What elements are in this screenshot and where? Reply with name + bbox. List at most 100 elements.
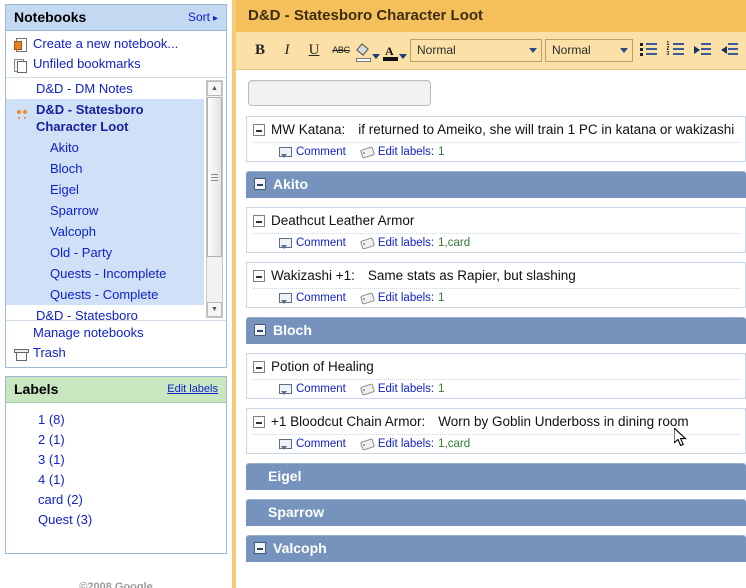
edit-labels-link[interactable]: Edit labels	[167, 383, 218, 395]
comment-action[interactable]: Comment	[279, 237, 346, 249]
trash-icon	[13, 346, 29, 361]
note-header-line: Potion of Healing	[253, 358, 741, 376]
bold-button[interactable]: B	[248, 39, 272, 62]
notebook-item-statesboro[interactable]: D&D - Statesboro	[6, 305, 204, 320]
collapse-icon[interactable]	[253, 361, 265, 373]
strikethrough-button[interactable]: ABC	[329, 39, 353, 62]
label-item[interactable]: 1 (8)	[6, 410, 226, 430]
section-header-eigel[interactable]: Eigel	[246, 463, 746, 490]
label-item[interactable]: card (2)	[6, 490, 226, 510]
note-title: +1 Bloodcut Chain Armor:	[271, 414, 426, 429]
indent-button[interactable]	[690, 39, 714, 62]
notebook-item-eigel[interactable]: Eigel	[6, 179, 204, 200]
edit-labels-action[interactable]: Edit labels: 1	[360, 383, 445, 395]
numbered-list-icon: 1 2 3	[667, 42, 684, 57]
unfiled-bookmarks-action[interactable]: Unfiled bookmarks	[6, 54, 226, 74]
section-header-sparrow[interactable]: Sparrow	[246, 499, 746, 526]
edit-labels-label: Edit labels:	[377, 438, 435, 450]
edit-labels-label: Edit labels:	[377, 292, 435, 304]
comment-action[interactable]: Comment	[279, 438, 346, 450]
section-header-akito[interactable]: Akito	[246, 171, 746, 198]
label-item[interactable]: 3 (1)	[6, 450, 226, 470]
collapse-icon[interactable]	[254, 178, 266, 190]
chevron-down-icon	[620, 47, 628, 53]
comment-label: Comment	[296, 438, 346, 450]
sort-button[interactable]: Sort ▸	[188, 10, 218, 24]
label-item[interactable]: 2 (1)	[6, 430, 226, 450]
label-item[interactable]: Quest (3)	[6, 510, 226, 530]
note-item[interactable]: +1 Bloodcut Chain Armor: Worn by Goblin …	[246, 408, 746, 454]
notebook-item-quests-incomplete[interactable]: Quests - Incomplete	[6, 263, 204, 284]
sort-arrow-icon: ▸	[212, 13, 218, 24]
comment-action[interactable]: Comment	[279, 383, 346, 395]
manage-notebooks-action[interactable]: Manage notebooks	[6, 323, 226, 343]
notebook-item-statesboro-character-loot[interactable]: D&D - Statesboro Character Loot	[6, 99, 204, 137]
notebook-list-scrollbar[interactable]: ▲ ▼	[206, 80, 223, 318]
label-item[interactable]: 4 (1)	[6, 470, 226, 490]
font-color-button[interactable]: A	[383, 39, 407, 62]
notebook-item-dm-notes[interactable]: D&D - DM Notes	[6, 78, 204, 99]
comment-action[interactable]: Comment	[279, 292, 346, 304]
notebook-item-valcoph[interactable]: Valcoph	[6, 221, 204, 242]
note-item[interactable]: Potion of Healing Comment Edit labels: 1	[246, 353, 746, 399]
note-title: Wakizashi +1:	[271, 268, 355, 283]
notebook-list[interactable]: D&D - DM Notes D&D - Statesboro Characte…	[6, 78, 226, 320]
section-name: Eigel	[268, 468, 302, 484]
font-select[interactable]: Normal	[545, 38, 633, 62]
comment-icon	[279, 237, 292, 249]
note-item[interactable]: Wakizashi +1: Same stats as Rapier, but …	[246, 262, 746, 308]
scroll-up-button[interactable]: ▲	[207, 81, 222, 96]
notebook-item-sparrow[interactable]: Sparrow	[6, 200, 204, 221]
section-header-valcoph[interactable]: Valcoph	[246, 535, 746, 562]
note-description: if returned to Ameiko, she will train 1 …	[358, 122, 735, 137]
font-select-value: Normal	[552, 43, 591, 57]
scrollbar-grip-icon	[211, 173, 218, 181]
note-title: Deathcut Leather Armor	[271, 213, 415, 228]
note-labels-value: 1,card	[438, 237, 471, 249]
note-labels-value: 1	[438, 383, 445, 395]
scrollbar-thumb[interactable]	[207, 97, 222, 257]
numbered-list-button[interactable]: 1 2 3	[663, 39, 687, 62]
italic-button[interactable]: I	[275, 39, 299, 62]
outdent-button[interactable]	[717, 39, 741, 62]
collapse-icon[interactable]	[253, 270, 265, 282]
notebook-item-akito[interactable]: Akito	[6, 137, 204, 158]
create-new-notebook-action[interactable]: Create a new notebook...	[6, 34, 226, 54]
notebook-item-old-party[interactable]: Old - Party	[6, 242, 204, 263]
highlight-color-button[interactable]	[356, 39, 380, 62]
chevron-down-icon	[399, 53, 407, 59]
new-notebook-icon	[13, 37, 28, 52]
collapse-icon[interactable]	[253, 215, 265, 227]
note-item[interactable]: MW Katana: if returned to Ameiko, she wi…	[246, 116, 746, 162]
edit-labels-action[interactable]: Edit labels: 1,card	[360, 438, 470, 450]
search-input[interactable]	[248, 80, 431, 106]
comment-icon	[279, 292, 292, 304]
note-header-line: Wakizashi +1: Same stats as Rapier, but …	[253, 267, 741, 285]
edit-labels-action[interactable]: Edit labels: 1	[360, 292, 445, 304]
note-item[interactable]: Deathcut Leather Armor Comment Edit labe…	[246, 207, 746, 253]
underline-button[interactable]: U	[302, 39, 326, 62]
edit-labels-action[interactable]: Edit labels: 1	[360, 146, 445, 158]
edit-labels-label: Edit labels:	[377, 146, 435, 158]
notebook-item-quests-complete[interactable]: Quests - Complete	[6, 284, 204, 305]
notebook-item-bloch[interactable]: Bloch	[6, 158, 204, 179]
spacer-icon	[13, 326, 28, 341]
collapse-icon[interactable]	[253, 124, 265, 136]
scroll-down-button[interactable]: ▼	[207, 302, 222, 317]
collapse-icon[interactable]	[254, 542, 266, 554]
edit-labels-action[interactable]: Edit labels: 1,card	[360, 237, 470, 249]
manage-notebooks-label: Manage notebooks	[33, 325, 144, 340]
trash-label: Trash	[33, 345, 66, 360]
collapse-icon[interactable]	[253, 416, 265, 428]
document-body: MW Katana: if returned to Ameiko, she wi…	[236, 70, 746, 575]
tag-icon	[360, 293, 374, 304]
comment-action[interactable]: Comment	[279, 146, 346, 158]
italic-label: I	[284, 41, 290, 58]
trash-action[interactable]: Trash	[6, 343, 226, 363]
notebooks-bottom-actions: Manage notebooks Trash	[6, 321, 226, 367]
collapse-icon[interactable]	[254, 324, 266, 336]
comment-label: Comment	[296, 237, 346, 249]
paragraph-style-select[interactable]: Normal	[410, 38, 542, 62]
bulleted-list-button[interactable]	[636, 39, 660, 62]
section-header-bloch[interactable]: Bloch	[246, 317, 746, 344]
